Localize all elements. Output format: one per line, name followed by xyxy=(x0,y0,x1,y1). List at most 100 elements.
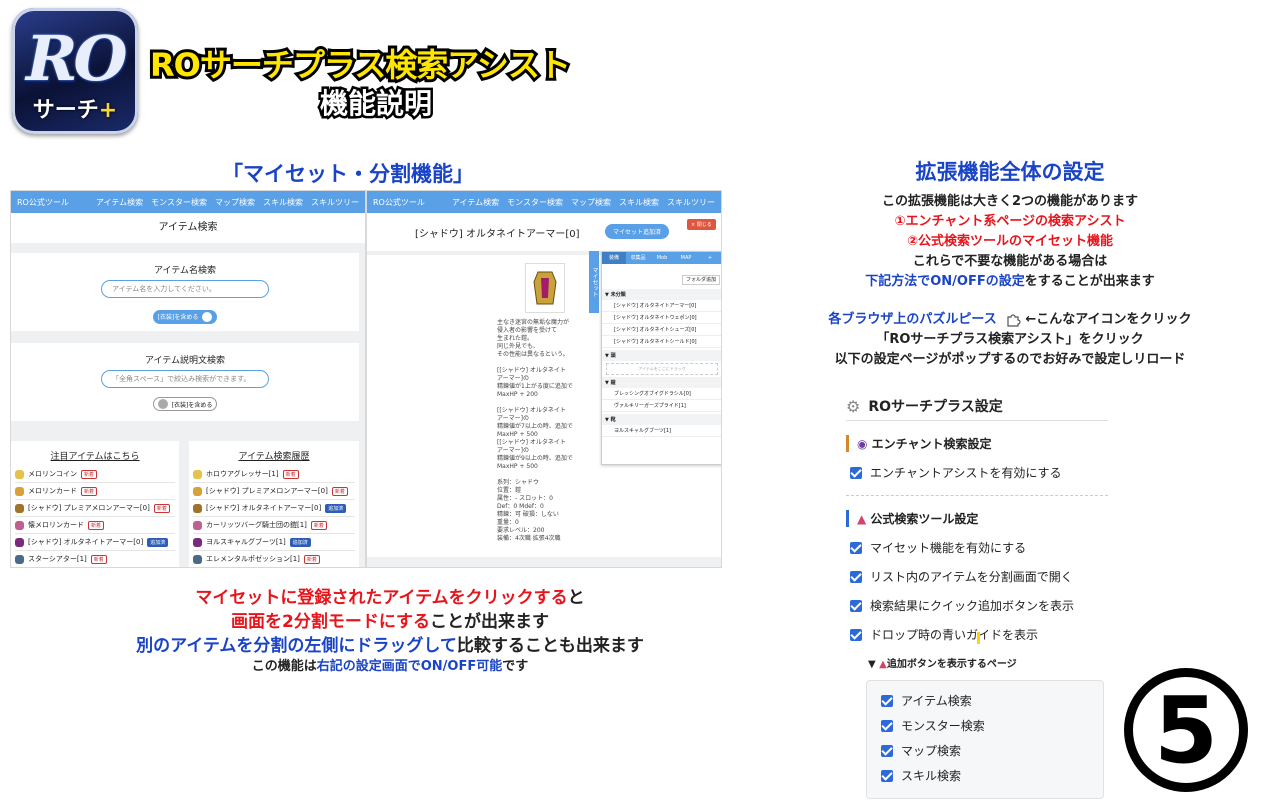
shot1-nav-item[interactable]: スキルツリー xyxy=(311,197,359,208)
page-checkbox[interactable] xyxy=(881,769,893,782)
page-checkbox[interactable] xyxy=(881,694,893,707)
desc-search-toggle[interactable]: [衣装]を含める xyxy=(152,397,218,411)
option-label: 検索結果にクイック追加ボタンを表示 xyxy=(870,599,1075,613)
item-tag[interactable]: 新着 xyxy=(310,520,327,530)
item-tag[interactable]: 新着 xyxy=(331,486,348,496)
option-checkbox[interactable] xyxy=(850,541,862,554)
shot1-nav-item[interactable]: アイテム検索 xyxy=(96,197,143,208)
item-tag[interactable]: 新着 xyxy=(153,503,170,513)
page-option[interactable]: マップ検索 xyxy=(881,742,1093,759)
myset-tab[interactable]: 収集品 xyxy=(626,252,650,264)
enchant-assist-option[interactable]: エンチャントアシストを有効にする xyxy=(850,464,1108,481)
list-item[interactable]: [シャドウ] プレミアメロンアーマー[0] 新着 xyxy=(193,483,355,500)
shot2-nav-item[interactable]: スキルツリー xyxy=(667,197,715,208)
myset-tab[interactable]: 装備 xyxy=(602,252,626,264)
myset-folder-header[interactable]: ▼ 頭 xyxy=(602,350,721,361)
description-line: 侵入者の影響を受けて xyxy=(497,327,558,334)
item-icon xyxy=(15,486,24,496)
shot1-nav-item[interactable]: マップ検索 xyxy=(215,197,255,208)
enchant-assist-checkbox[interactable] xyxy=(850,466,862,479)
list-item[interactable]: [シャドウ] オルタネイトアーマー[0] 追加済 xyxy=(15,534,175,551)
myset-folder-header[interactable]: ▼ 未分類 xyxy=(602,289,721,300)
option-checkbox[interactable] xyxy=(850,599,862,612)
page-option[interactable]: アイテム検索 xyxy=(881,692,1093,709)
list-item[interactable]: [シャドウ] オルタネイトアーマー[0] 追加済 xyxy=(193,500,355,517)
right-note2-blue: 下記方法でON/OFFの設定 xyxy=(865,274,1025,289)
description-line: MaxHP + 200 xyxy=(497,391,538,398)
myset-item[interactable]: ヴァルキリーガーズプライド[1] xyxy=(602,400,721,412)
logo-ro-text: RO xyxy=(26,22,128,95)
official-option[interactable]: リスト内のアイテムを分割画面で開く xyxy=(850,568,1108,585)
history-title[interactable]: アイテム検索履歴 xyxy=(193,449,355,462)
myset-item[interactable]: [シャドウ] オルタネイトアーマー[0] xyxy=(602,300,721,312)
myset-tab[interactable]: MAP xyxy=(674,252,698,264)
official-option[interactable]: 検索結果にクイック追加ボタンを表示 xyxy=(850,597,1108,614)
close-button[interactable]: × 閉じる xyxy=(687,219,716,230)
desc-search-input[interactable]: 「全角スペース」で絞込み検索ができます。 xyxy=(101,370,269,388)
description-line xyxy=(497,471,589,479)
right-note1: これらで不要な機能がある場合は xyxy=(912,254,1108,269)
myset-folder-header[interactable]: ▼ 鎧 xyxy=(602,377,721,388)
list-item[interactable]: メロリンコイン 新着 xyxy=(15,466,175,483)
myset-item[interactable]: ヨルスキャルグブーツ[1] xyxy=(602,425,721,437)
page-checkbox[interactable] xyxy=(881,744,893,757)
option-checkbox[interactable] xyxy=(850,570,862,583)
featured-title[interactable]: 注目アイテムはこちら xyxy=(15,449,175,462)
list-item[interactable]: 懐メロリンカード 新着 xyxy=(15,517,175,534)
item-tag[interactable]: 追加済 xyxy=(325,503,347,513)
page-checkbox[interactable] xyxy=(881,719,893,732)
myset-tab[interactable]: + xyxy=(698,252,721,264)
list-item[interactable]: メロリンカード 新着 xyxy=(15,483,175,500)
page-option[interactable]: スキル検索 xyxy=(881,767,1093,784)
list-item[interactable]: カーリッツバーグ騎士団の鎧[1] 新着 xyxy=(193,517,355,534)
shot2-nav-item[interactable]: スキル検索 xyxy=(619,197,659,208)
name-search-toggle[interactable]: [衣装]を含める xyxy=(152,309,218,324)
official-section-title: 公式検索ツール設定 xyxy=(870,512,979,526)
myset-item[interactable]: [シャドウ] オルタネイトシールド[0] xyxy=(602,336,721,348)
shot1-nav-item[interactable]: モンスター検索 xyxy=(151,197,207,208)
item-tag[interactable]: 新着 xyxy=(81,486,98,496)
left-caption: マイセットに登録されたアイテムをクリックすると 画面を2分割モードにすることが出… xyxy=(0,586,780,676)
add-folder-button[interactable]: フォルダ追加 xyxy=(681,275,720,285)
shot1-brand[interactable]: RO公式ツール xyxy=(17,197,69,208)
description-line: 装備：4次職 拡張4次職 xyxy=(497,535,561,542)
list-item[interactable]: [シャドウ] プレミアメロンアーマー[0] 新着 xyxy=(15,500,175,517)
item-tag[interactable]: 追加済 xyxy=(289,537,311,547)
myset-tab[interactable]: Mob xyxy=(650,252,674,264)
myset-item[interactable]: [シャドウ] オルタネイトシューズ[0] xyxy=(602,324,721,336)
drop-zone[interactable]: アイテムをここにドラッグ xyxy=(606,363,718,375)
toggle-knob xyxy=(202,311,213,322)
item-icon xyxy=(193,554,202,564)
item-tag[interactable]: 新着 xyxy=(90,554,107,564)
item-tag[interactable]: 追加済 xyxy=(147,537,169,547)
option-label: リスト内のアイテムを分割画面で開く xyxy=(870,570,1073,584)
description-line: 重量：0 xyxy=(497,519,519,526)
myset-folder-header[interactable]: ▼ 靴 xyxy=(602,414,721,425)
option-checkbox[interactable] xyxy=(850,628,862,641)
settings-header: ⚙ ROサーチプラス設定 xyxy=(846,392,1108,421)
list-item[interactable]: ホロウアグレッサー[1] 新着 xyxy=(193,466,355,483)
shot1-nav-item[interactable]: スキル検索 xyxy=(263,197,303,208)
item-icon xyxy=(193,486,202,496)
name-search-input[interactable]: アイテム名を入力してください。 xyxy=(101,280,269,298)
pages-label-row[interactable]: ▼ ▲追加ボタンを表示するページ xyxy=(868,655,1108,670)
item-icon xyxy=(15,503,24,513)
myset-item[interactable]: [シャドウ] オルタネイトウェポン[0] xyxy=(602,312,721,324)
list-item[interactable]: エレメンタルポゼッション[1] 新着 xyxy=(193,551,355,567)
myset-item[interactable]: ブレッシングオブイグドラシル[0] xyxy=(602,388,721,400)
item-tag[interactable]: 新着 xyxy=(303,554,320,564)
page-option[interactable]: モンスター検索 xyxy=(881,717,1093,734)
shot2-nav-item[interactable]: アイテム検索 xyxy=(452,197,499,208)
myset-side-tab[interactable]: マイセット xyxy=(589,251,599,313)
official-option[interactable]: マイセット機能を有効にする xyxy=(850,539,1108,556)
item-tag[interactable]: 新着 xyxy=(282,469,299,479)
myset-added-button[interactable]: マイセット追加済 xyxy=(605,224,670,239)
caption-l3: 比較することも出来ます xyxy=(456,636,644,656)
shot2-nav-item[interactable]: モンスター検索 xyxy=(507,197,563,208)
list-item[interactable]: スターシアター[1] 新着 xyxy=(15,551,175,567)
list-item[interactable]: ヨルスキャルグブーツ[1] 追加済 xyxy=(193,534,355,551)
item-tag[interactable]: 新着 xyxy=(81,469,98,479)
shot2-nav-item[interactable]: マップ検索 xyxy=(571,197,611,208)
shot2-brand[interactable]: RO公式ツール xyxy=(373,197,425,208)
item-tag[interactable]: 新着 xyxy=(88,520,105,530)
